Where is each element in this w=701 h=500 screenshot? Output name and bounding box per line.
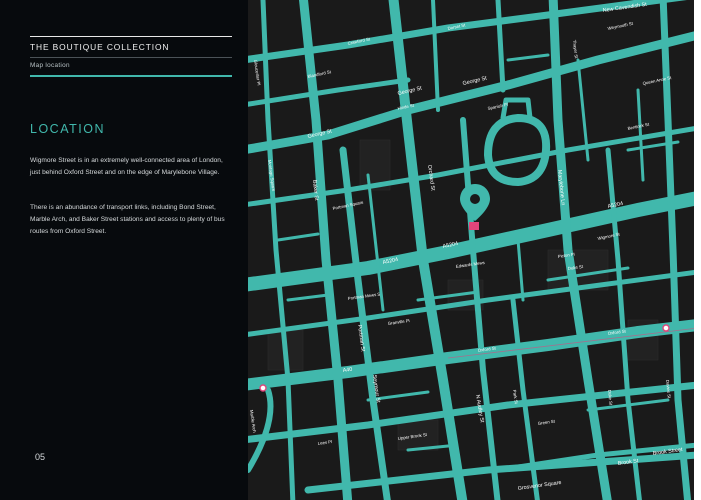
property-highlight [469,222,479,230]
transport-paragraph: There is an abundance of transport links… [30,204,225,235]
top-rule [30,36,232,37]
divider-rule [30,57,232,58]
station-icon [662,324,670,332]
station-icon [259,384,267,392]
page-margin [694,0,701,500]
brochure-page: THE BOUTIQUE COLLECTION Map location LOC… [0,0,701,500]
intro-paragraph: Wigmore Street is in an extremely well-c… [30,157,223,176]
accent-rule [30,75,232,77]
section-subtitle: Map location [30,62,70,69]
street-map: New Cavendish St George St George St Geo… [248,0,694,500]
page-heading: LOCATION [30,122,105,136]
page-number: 05 [35,452,46,462]
text-panel: THE BOUTIQUE COLLECTION Map location LOC… [0,0,248,500]
street-map-graphic: New Cavendish St George St George St Geo… [248,0,694,500]
brand-title: THE BOUTIQUE COLLECTION [30,42,170,52]
